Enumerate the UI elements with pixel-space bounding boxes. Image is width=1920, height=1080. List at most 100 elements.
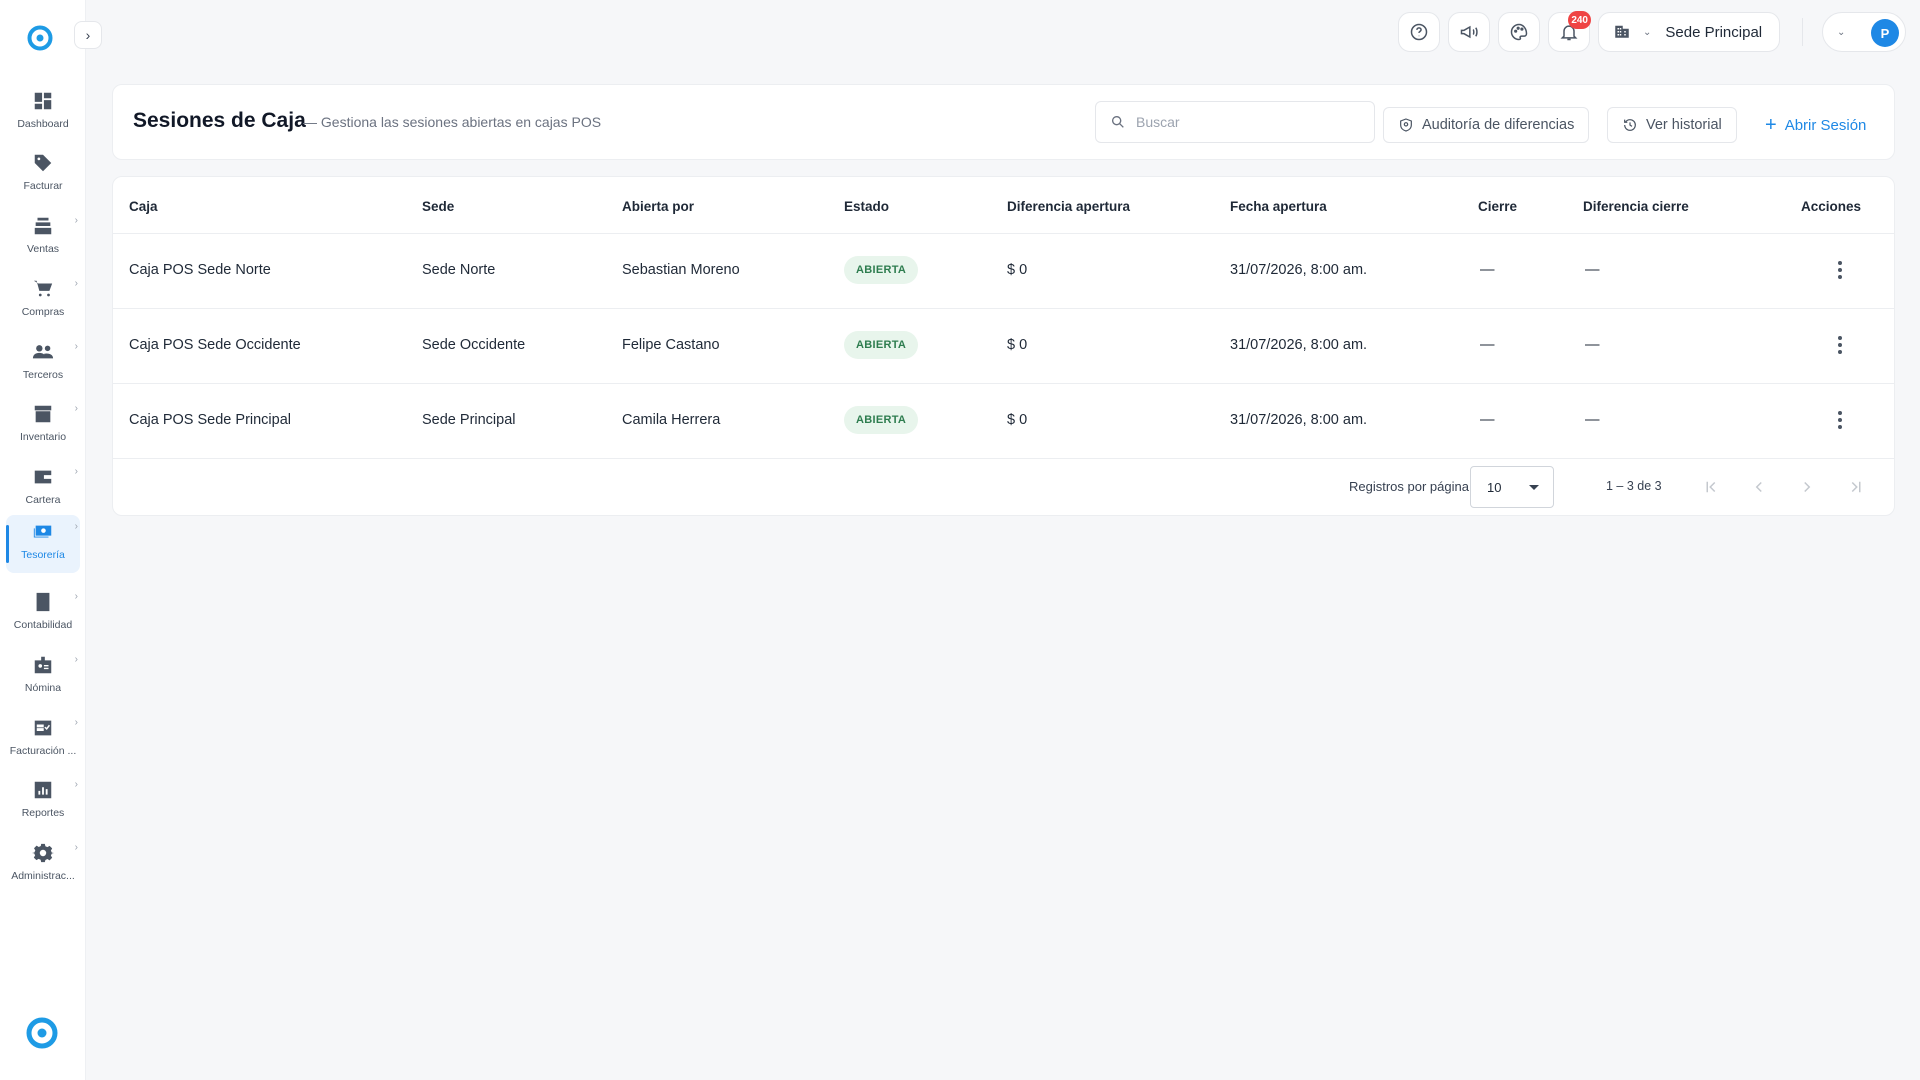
sidebar-item-dashboard[interactable]: Dashboard [6, 84, 80, 142]
help-button[interactable] [1398, 12, 1440, 52]
bar-chart-icon [34, 781, 52, 799]
column-header-caja[interactable]: Caja [129, 199, 158, 214]
next-page-button[interactable] [1793, 473, 1821, 501]
column-header-diferencia-apertura[interactable]: Diferencia apertura [1007, 199, 1130, 214]
dashboard-icon [34, 92, 52, 110]
announcements-button[interactable] [1448, 12, 1490, 52]
open-session-label: Abrir Sesión [1784, 116, 1867, 134]
view-history-label: Ver historial [1646, 117, 1722, 133]
cell-diferencia-cierre: — [1585, 337, 1600, 353]
notifications-button[interactable]: 240 [1548, 11, 1591, 52]
column-header-acciones: Acciones [1801, 199, 1862, 214]
sidebar-item-label: Contabilidad [13, 619, 73, 631]
sidebar-item-label: Facturación ... [9, 745, 77, 757]
row-actions-menu-icon[interactable] [1830, 408, 1850, 432]
sidebar-item-label: Compras [21, 306, 65, 318]
column-header-sede[interactable]: Sede [422, 199, 454, 214]
search-input[interactable] [1136, 114, 1356, 130]
sede-selector-label: Sede Principal [1665, 23, 1763, 41]
sede-selector[interactable]: ⌄ Sede Principal [1598, 12, 1780, 52]
sidebar-item-administracion[interactable]: Administrac... › [6, 836, 80, 894]
cash-register-icon [34, 217, 52, 235]
sidebar-item-label: Inventario [19, 431, 67, 443]
sidebar-item-contabilidad[interactable]: Contabilidad › [6, 585, 80, 643]
cell-abierta-por: Felipe Castano [622, 337, 720, 353]
avatar[interactable]: P [1871, 19, 1899, 47]
table-row[interactable]: Caja POS Sede Norte Sede Norte Sebastian… [113, 234, 1894, 309]
last-page-button[interactable] [1842, 473, 1870, 501]
column-header-cierre[interactable]: Cierre [1478, 199, 1517, 214]
sidebar-item-nomina[interactable]: Nómina › [6, 648, 80, 706]
view-history-button[interactable]: Ver historial [1607, 107, 1737, 143]
cell-cierre: — [1480, 412, 1495, 428]
plus-icon: + [1765, 114, 1777, 136]
status-badge: ABIERTA [844, 256, 919, 284]
sidebar-item-compras[interactable]: Compras › [6, 272, 80, 330]
chevron-right-icon: › [74, 591, 78, 602]
cell-caja: Caja POS Sede Occidente [129, 337, 301, 353]
app-logo-icon[interactable] [26, 24, 54, 52]
chevron-right-icon: › [74, 717, 78, 728]
chevron-right-icon: › [74, 521, 78, 532]
cell-sede: Sede Norte [422, 262, 496, 278]
history-icon [1624, 119, 1636, 131]
sidebar-item-terceros[interactable]: Terceros › [6, 335, 80, 393]
column-header-abierta-por[interactable]: Abierta por [622, 199, 694, 214]
sessions-table: Caja Sede Abierta por Estado Diferencia … [112, 176, 1895, 516]
search-box[interactable] [1095, 101, 1375, 143]
sidebar-item-facturacion[interactable]: Facturación ... › [6, 711, 80, 769]
sidebar-item-label: Tesorería [21, 549, 65, 561]
sidebar-item-inventario[interactable]: Inventario › [6, 397, 80, 455]
megaphone-icon [1460, 25, 1478, 39]
palette-icon [1510, 23, 1528, 41]
chevron-right-icon: › [74, 466, 78, 477]
cell-abierta-por: Camila Herrera [622, 412, 721, 428]
column-header-estado[interactable]: Estado [844, 199, 889, 214]
chevron-right-icon: › [74, 842, 78, 853]
previous-page-button[interactable] [1745, 473, 1773, 501]
cart-icon [33, 280, 53, 297]
sidebar-item-label: Administrac... [11, 870, 75, 882]
sidebar-item-ventas[interactable]: Ventas › [6, 209, 80, 267]
app-logo-icon [26, 1017, 58, 1049]
column-header-fecha-apertura[interactable]: Fecha apertura [1230, 199, 1327, 214]
cell-sede: Sede Occidente [422, 337, 526, 353]
rows-per-page-select[interactable]: 10 [1470, 466, 1554, 508]
sidebar-item-label: Facturar [23, 180, 63, 192]
sidebar-item-facturar[interactable]: Facturar [6, 146, 80, 204]
user-menu[interactable]: ⌄ P [1822, 12, 1906, 52]
cell-diferencia-cierre: — [1585, 262, 1600, 278]
theme-button[interactable] [1498, 12, 1540, 52]
first-page-button[interactable] [1697, 473, 1725, 501]
row-actions-menu-icon[interactable] [1830, 258, 1850, 282]
rows-per-page-label: Registros por página [1349, 479, 1469, 494]
row-actions-menu-icon[interactable] [1830, 333, 1850, 357]
cell-cierre: — [1480, 337, 1495, 353]
page-subtitle: — Gestiona las sesiones abiertas en caja… [303, 114, 602, 130]
first-page-icon [1706, 481, 1716, 493]
chevron-left-icon [1755, 481, 1762, 493]
cell-abierta-por: Sebastian Moreno [622, 262, 740, 278]
chevron-right-icon [1804, 481, 1811, 493]
rows-per-page-value: 10 [1487, 479, 1502, 495]
badge-icon [34, 656, 52, 674]
open-session-button[interactable]: + Abrir Sesión [1765, 107, 1866, 143]
chevron-right-icon: › [74, 341, 78, 352]
sidebar-item-tesoreria[interactable]: Tesorería › [6, 515, 80, 573]
sidebar-toggle-button[interactable]: › [74, 21, 102, 49]
sidebar-item-reportes[interactable]: Reportes › [6, 773, 80, 831]
sidebar-item-label: Reportes [21, 807, 65, 819]
wallet-icon [34, 470, 52, 484]
cell-diferencia-apertura: $ 0 [1007, 262, 1028, 278]
sidebar-item-label: Cartera [25, 494, 61, 506]
sidebar-item-cartera[interactable]: Cartera › [6, 460, 80, 518]
chevron-right-icon: › [74, 215, 78, 226]
chevron-down-icon: ⌄ [1837, 26, 1846, 38]
table-row[interactable]: Caja POS Sede Principal Sede Principal C… [113, 384, 1894, 459]
table-row[interactable]: Caja POS Sede Occidente Sede Occidente F… [113, 309, 1894, 384]
sidebar-item-label: Ventas [26, 243, 60, 255]
cell-fecha-apertura: 31/07/2026, 8:00 am. [1230, 412, 1368, 428]
tag-icon [34, 154, 52, 172]
audit-differences-button[interactable]: Auditoría de diferencias [1383, 107, 1590, 143]
column-header-diferencia-cierre[interactable]: Diferencia cierre [1583, 199, 1689, 214]
